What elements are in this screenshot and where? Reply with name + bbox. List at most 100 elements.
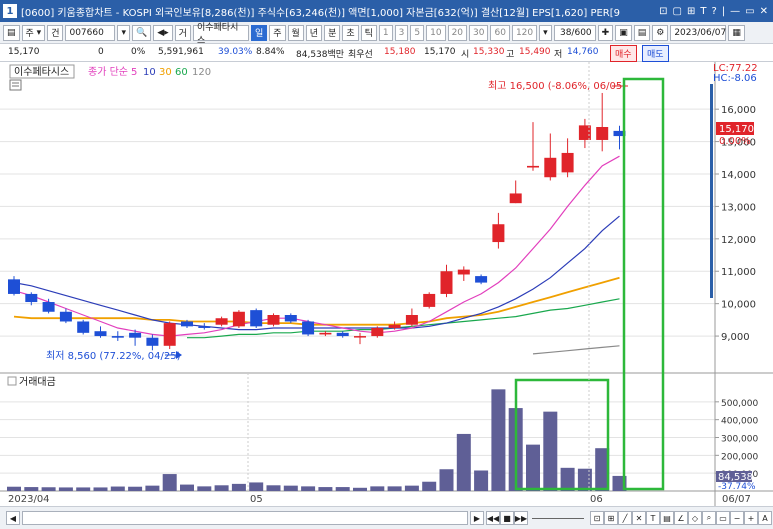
current-volume-pct: -37.74%	[718, 482, 756, 492]
volume-bar	[180, 484, 194, 491]
period-year[interactable]: 년	[305, 24, 323, 41]
tool-text-icon[interactable]: T	[646, 511, 660, 525]
interval-3[interactable]: 3	[394, 24, 409, 41]
tool-fib-icon[interactable]: ▤	[660, 511, 674, 525]
zoom-in-icon[interactable]: A	[758, 511, 772, 525]
volume-bar	[76, 487, 91, 491]
count-field[interactable]: 38/600	[553, 24, 596, 41]
date-field[interactable]: 2023/06/07	[670, 24, 727, 41]
period-month[interactable]: 월	[287, 24, 304, 41]
volume-bar	[58, 487, 73, 491]
interval-5[interactable]: 5	[410, 24, 425, 41]
volume-tick-label: 500,000	[721, 399, 758, 409]
tool-angle-icon[interactable]: ∠	[674, 511, 688, 525]
volume-bar	[560, 467, 575, 491]
restore-icon[interactable]: ⊡	[659, 6, 667, 17]
candle-body	[267, 315, 280, 325]
interval-120[interactable]: 120	[511, 24, 538, 41]
scroll-left-icon[interactable]: ◀	[6, 511, 20, 525]
interval-10[interactable]: 10	[426, 24, 446, 41]
text-icon[interactable]: T	[700, 6, 706, 17]
maximize-icon[interactable]: ▭	[745, 6, 754, 17]
gun-button[interactable]: 건	[47, 24, 64, 41]
save-icon[interactable]: ▤	[633, 24, 651, 41]
interval-dropdown-icon[interactable]: ▾	[539, 24, 552, 41]
close-icon[interactable]: ✕	[760, 6, 768, 17]
high-price: 15,490	[519, 47, 551, 57]
candle-body	[405, 315, 418, 325]
low-price: 14,760	[567, 47, 599, 57]
tool-box-icon[interactable]: ▭	[716, 511, 730, 525]
tool-cursor-icon[interactable]: ⊡	[590, 511, 604, 525]
period-day[interactable]: 일	[250, 24, 268, 41]
compare-icon[interactable]: ✚	[597, 24, 614, 41]
legend-ma10: 10	[143, 67, 156, 78]
panel-menu-icon[interactable]	[9, 79, 22, 91]
volume-tick-label: 200,000	[721, 452, 758, 462]
next-page-icon[interactable]: ▶▶	[514, 511, 528, 525]
stock-prefix: 거	[174, 24, 191, 41]
candle-body	[492, 224, 505, 243]
grid-icon[interactable]: ⊞	[687, 6, 695, 17]
mode-select[interactable]: 주 ▾	[21, 24, 46, 41]
price-tick-label: 10,000	[721, 300, 756, 311]
buy-button[interactable]: 매수	[610, 45, 637, 62]
tool-grid-icon[interactable]: ⊞	[604, 511, 618, 525]
tool-shape-icon[interactable]: ◇	[688, 511, 702, 525]
help-icon[interactable]: ?	[711, 6, 716, 17]
volume-legend-marker	[7, 376, 17, 386]
interval-60[interactable]: 60	[490, 24, 510, 41]
interval-30[interactable]: 30	[469, 24, 489, 41]
volume-tick-label: 300,000	[721, 435, 758, 445]
lock-icon[interactable]: ▣	[615, 24, 632, 41]
window-controls: ⊡ ▢ ⊞ T ? | — ▭ ✕	[659, 6, 773, 17]
minimize-icon[interactable]: —	[730, 6, 740, 17]
stock-code-input[interactable]: 007660	[65, 24, 116, 41]
speaker-icon[interactable]: ◀▸	[153, 24, 173, 41]
sell-button[interactable]: 매도	[642, 45, 669, 62]
separator-icon: |	[721, 5, 726, 17]
period-week[interactable]: 주	[269, 24, 286, 41]
volume-bar	[456, 433, 471, 491]
candle-body	[509, 193, 522, 204]
stock-name-field[interactable]: 이수페타시스	[192, 23, 249, 46]
volume-bar	[231, 483, 246, 491]
menu-icon[interactable]: ▤	[3, 24, 20, 41]
price-tick-label: 11,000	[721, 267, 756, 278]
scroll-track[interactable]	[22, 511, 468, 525]
tool-cross-icon[interactable]: ✕	[632, 511, 646, 525]
candle-body	[544, 157, 557, 178]
candle-body	[59, 311, 72, 322]
zoom-out-icon[interactable]: −	[730, 511, 744, 525]
current-price-tag-text: 15,170	[719, 124, 754, 135]
interval-20[interactable]: 20	[447, 24, 468, 41]
volume-bar	[387, 486, 402, 491]
zoom-slider[interactable]	[532, 518, 584, 519]
volume-bar	[162, 474, 177, 491]
x-label-end: 06/07	[722, 494, 751, 505]
tool-zoom-icon[interactable]: ⌕	[702, 511, 716, 525]
mode-label: 주	[25, 29, 34, 39]
scroll-right-icon[interactable]: ▶	[470, 511, 484, 525]
period-tick[interactable]: 틱	[360, 24, 377, 41]
period-second[interactable]: 초	[342, 24, 359, 41]
interval-1[interactable]: 1	[378, 24, 393, 41]
tool-line-icon[interactable]: ╱	[618, 511, 632, 525]
calendar-icon[interactable]: ▦	[728, 24, 745, 41]
period-minute[interactable]: 분	[324, 24, 341, 41]
pause-icon[interactable]: ■	[500, 511, 514, 525]
gear-icon[interactable]: ⚙	[652, 24, 669, 41]
first-page-icon[interactable]: ◀◀	[486, 511, 500, 525]
chart-scroll-bar: ◀ ▶ ◀◀ ■ ▶▶ ⊡ ⊞ ╱ ✕ T ▤ ∠ ◇ ⌕ ▭ − + A	[0, 506, 773, 529]
volume-bar	[283, 485, 298, 491]
legend-ma120: 120	[192, 67, 211, 78]
stock-chart[interactable]: 9,00010,00011,00012,00013,00014,00015,00…	[0, 62, 773, 506]
frame-icon[interactable]: ▢	[673, 6, 682, 17]
scroll-mark-icon[interactable]: +	[744, 511, 758, 525]
dropdown-chevron-icon[interactable]: ▾	[117, 24, 130, 41]
candle-body	[163, 323, 176, 346]
legend-ma60: 60	[175, 67, 188, 78]
search-icon[interactable]: 🔍	[132, 24, 152, 41]
price-tick-label: 9,000	[721, 332, 750, 343]
price-scroll-indicator[interactable]	[710, 84, 713, 298]
